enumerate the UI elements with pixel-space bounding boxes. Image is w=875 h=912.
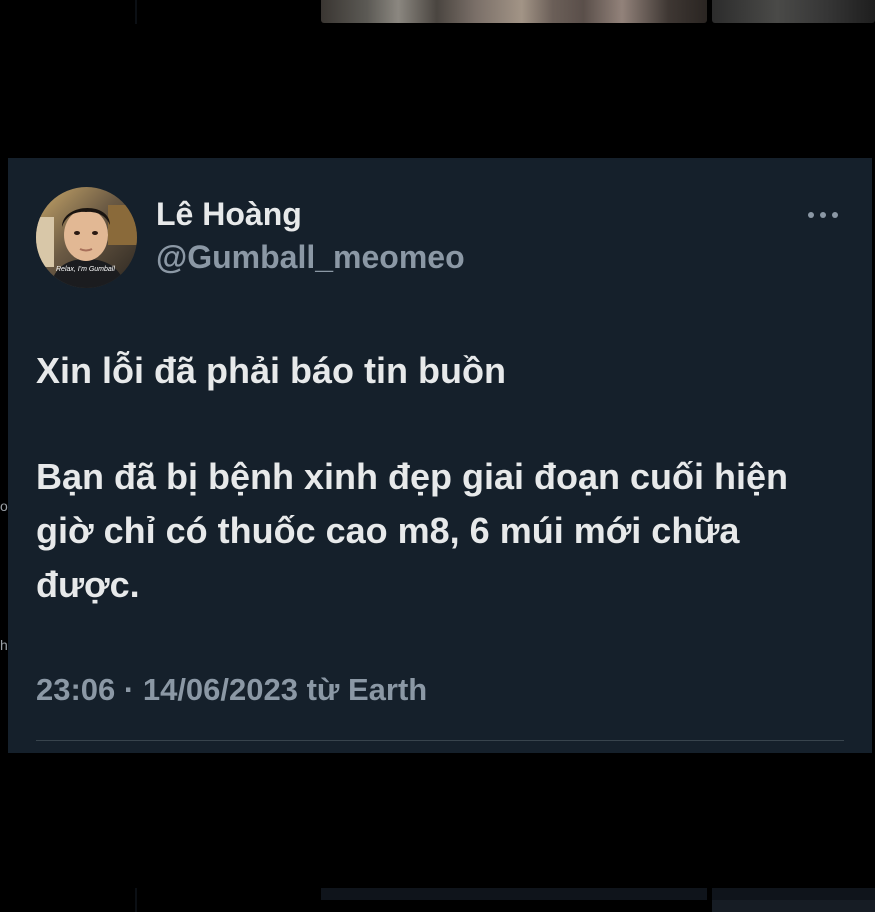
- cropped-thumbnail-image[interactable]: [712, 900, 875, 912]
- cropped-thumbnail-image[interactable]: [712, 888, 875, 900]
- tweet-text-line: Bạn đã bị bệnh xinh đẹp giai đoạn cuối h…: [36, 456, 789, 497]
- edge-text-fragment: o: [0, 498, 8, 514]
- more-horizontal-icon: [808, 212, 814, 218]
- cropped-thumbnail-image[interactable]: [712, 0, 875, 23]
- tweet-timestamp[interactable]: 23:06 · 14/06/2023 từ Earth: [36, 670, 427, 710]
- more-options-button[interactable]: [803, 202, 843, 230]
- more-horizontal-icon: [832, 212, 838, 218]
- screenshot-stage: o h Relax, I'm Gumball Lê Hoàng @Gumball…: [0, 0, 875, 912]
- avatar-caption: Relax, I'm Gumball: [56, 266, 115, 273]
- tweet-text-line: Xin lỗi đã phải báo tin buồn: [36, 350, 506, 391]
- tweet-text-line: được.: [36, 564, 140, 605]
- cropped-thumbnail-image[interactable]: [321, 0, 707, 23]
- tweet-text-line: giờ chỉ có thuốc cao m8, 6 múi mới chữa: [36, 510, 740, 551]
- edge-text-fragment: h: [0, 637, 8, 653]
- tweet-card: Relax, I'm Gumball Lê Hoàng @Gumball_meo…: [8, 158, 872, 753]
- user-handle[interactable]: @Gumball_meomeo: [156, 237, 465, 277]
- divider: [36, 740, 844, 741]
- cropped-thumbnail-image[interactable]: [321, 888, 707, 900]
- tweet-text: Xin lỗi đã phải báo tin buồn Bạn đã bị b…: [36, 344, 856, 612]
- avatar[interactable]: Relax, I'm Gumball: [36, 187, 137, 288]
- divider: [135, 0, 137, 24]
- divider: [135, 888, 137, 912]
- display-name[interactable]: Lê Hoàng: [156, 194, 302, 234]
- more-horizontal-icon: [820, 212, 826, 218]
